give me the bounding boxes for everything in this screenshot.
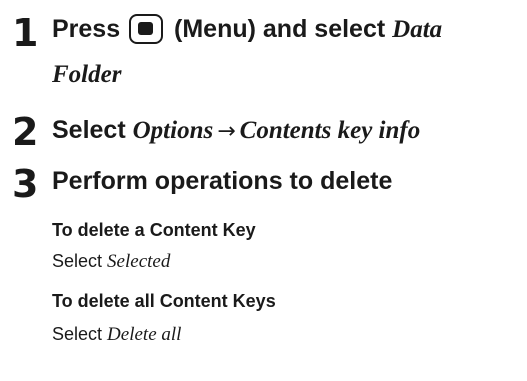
subsection-body-italic: Selected — [107, 251, 171, 272]
step-1-line-1: Press (Menu) and select Data — [52, 14, 442, 45]
subsection-heading: To delete a Content Key — [52, 220, 256, 240]
step-1-mid: (Menu) and select — [174, 15, 386, 43]
step-2-italic-b: Contents key info — [239, 117, 421, 144]
subsection-body-prefix: Select — [52, 251, 103, 271]
step-3-line: Perform operations to delete — [52, 167, 393, 195]
subsection-body: Select Delete all — [52, 323, 181, 346]
step-1-prefix: Press — [52, 15, 121, 43]
subsection-body-prefix: Select — [52, 324, 103, 344]
arrow-right-icon: → — [217, 119, 236, 144]
step-1-line-2: Folder — [52, 59, 121, 90]
subsection-heading: To delete all Content Keys — [52, 291, 276, 311]
step-2-line: Select Options → Contents key info — [52, 115, 420, 147]
step-number: 2 — [12, 110, 39, 154]
step-number: 3 — [12, 162, 39, 206]
step-1-italic: Data — [392, 16, 443, 43]
step-number: 1 — [12, 11, 39, 55]
menu-key-icon — [129, 14, 164, 44]
subsection-body: Select Selected — [52, 250, 170, 273]
step-2-italic-a: Options — [132, 117, 214, 144]
subsection-body-italic: Delete all — [107, 324, 182, 345]
step-1-italic-cont: Folder — [52, 61, 122, 88]
step-2-prefix: Select — [52, 116, 126, 144]
